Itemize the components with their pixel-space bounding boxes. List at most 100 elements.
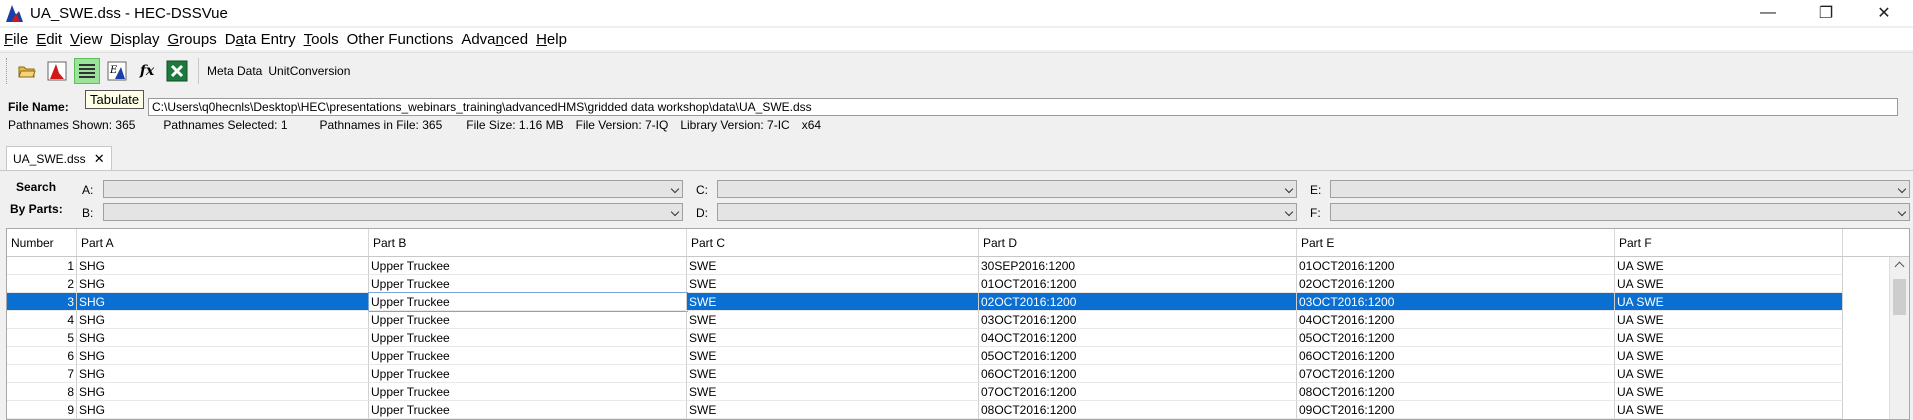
plot-icon[interactable] (44, 58, 70, 84)
menu-item[interactable]: Tools (300, 31, 343, 48)
table-row[interactable]: 8 SHG Upper Truckee SWE 07OCT2016:1200 08OCT2… (7, 383, 1909, 401)
table-row[interactable]: 7 SHG Upper Truckee SWE 06OCT2016:1200 07OCT2… (7, 365, 1909, 383)
table-cell[interactable]: Upper Truckee (369, 347, 687, 365)
table-cell[interactable]: 6 (7, 347, 77, 365)
part-f-combo[interactable] (1330, 203, 1910, 221)
menu-item[interactable]: Advanced (457, 31, 532, 48)
column-header[interactable]: Part D (979, 229, 1297, 256)
table-cell[interactable]: Upper Truckee (369, 275, 687, 293)
table-cell[interactable]: Upper Truckee (369, 311, 687, 329)
table-cell[interactable]: UA SWE (1615, 383, 1843, 401)
table-cell[interactable]: SWE (687, 257, 979, 275)
table-cell[interactable]: 4 (7, 311, 77, 329)
table-cell[interactable]: 06OCT2016:1200 (1297, 347, 1615, 365)
table-cell[interactable]: 08OCT2016:1200 (1297, 383, 1615, 401)
math-functions-icon[interactable]: E (104, 58, 130, 84)
table-cell[interactable]: UA SWE (1615, 275, 1843, 293)
close-window-button[interactable]: ✕ (1855, 0, 1913, 26)
menu-item[interactable]: View (66, 31, 106, 48)
table-cell[interactable]: UA SWE (1615, 311, 1843, 329)
table-row[interactable]: 2 SHG Upper Truckee SWE 01OCT2016:1200 02OCT2… (7, 275, 1909, 293)
table-cell[interactable]: SWE (687, 311, 979, 329)
table-cell[interactable]: Upper Truckee (369, 365, 687, 383)
part-b-combo[interactable] (103, 203, 683, 221)
column-header[interactable]: Part B (369, 229, 687, 256)
table-cell[interactable]: UA SWE (1615, 257, 1843, 275)
toolbar-grip[interactable] (6, 57, 10, 84)
fx-formula-icon[interactable]: fx (134, 58, 160, 84)
table-row[interactable]: 4 SHG Upper Truckee SWE 03OCT2016:1200 04OCT2… (7, 311, 1909, 329)
table-cell[interactable]: 09OCT2016:1200 (1297, 401, 1615, 419)
scroll-thumb[interactable] (1893, 279, 1906, 315)
table-cell[interactable]: 03OCT2016:1200 (979, 311, 1297, 329)
part-a-combo[interactable] (103, 180, 683, 198)
table-cell[interactable]: UA SWE (1615, 293, 1843, 311)
tab-close-icon[interactable]: ✕ (94, 151, 105, 167)
table-cell[interactable]: UA SWE (1615, 401, 1843, 419)
table-cell[interactable]: 02OCT2016:1200 (979, 293, 1297, 311)
table-cell[interactable]: Upper Truckee (369, 329, 687, 347)
table-cell[interactable]: 04OCT2016:1200 (979, 329, 1297, 347)
table-cell[interactable]: 9 (7, 401, 77, 419)
table-cell[interactable]: SHG (77, 383, 369, 401)
table-row[interactable]: 5 SHG Upper Truckee SWE 04OCT2016:1200 05OCT2… (7, 329, 1909, 347)
column-header[interactable]: Part F (1615, 229, 1843, 256)
column-header[interactable]: Number (7, 229, 77, 256)
excel-export-icon[interactable] (164, 58, 190, 84)
table-cell[interactable]: SWE (687, 365, 979, 383)
menu-item[interactable]: Data Entry (221, 31, 300, 48)
vertical-scrollbar[interactable] (1889, 257, 1909, 419)
column-header[interactable]: Part E (1297, 229, 1615, 256)
table-cell[interactable]: SWE (687, 401, 979, 419)
menu-item[interactable]: Other Functions (343, 31, 458, 48)
scroll-up-icon[interactable] (1894, 261, 1905, 272)
maximize-button[interactable]: ❐ (1797, 0, 1855, 26)
table-cell[interactable]: 2 (7, 275, 77, 293)
table-cell[interactable]: 3 (7, 293, 77, 311)
table-cell[interactable]: Upper Truckee (369, 383, 687, 401)
file-name-field[interactable]: C:\Users\q0hecnls\Desktop\HEC\presentati… (148, 98, 1898, 116)
table-cell[interactable]: 06OCT2016:1200 (979, 365, 1297, 383)
part-e-combo[interactable] (1330, 180, 1910, 198)
table-cell[interactable]: 04OCT2016:1200 (1297, 311, 1615, 329)
unit-conversion-button[interactable]: UnitConversion (268, 64, 350, 78)
metadata-button[interactable]: Meta Data (207, 64, 262, 78)
table-cell[interactable]: SHG (77, 275, 369, 293)
table-cell[interactable]: SHG (77, 365, 369, 383)
table-cell[interactable]: 1 (7, 257, 77, 275)
table-cell[interactable]: 08OCT2016:1200 (979, 401, 1297, 419)
table-cell[interactable]: 5 (7, 329, 77, 347)
menu-item[interactable]: File (0, 31, 32, 48)
table-cell[interactable]: Upper Truckee (368, 292, 688, 312)
table-cell[interactable]: 01OCT2016:1200 (979, 275, 1297, 293)
menu-item[interactable]: Help (532, 31, 571, 48)
table-cell[interactable]: UA SWE (1615, 365, 1843, 383)
table-cell[interactable]: 8 (7, 383, 77, 401)
open-file-icon[interactable] (14, 58, 40, 84)
table-cell[interactable]: 05OCT2016:1200 (979, 347, 1297, 365)
table-cell[interactable]: SHG (77, 401, 369, 419)
table-cell[interactable]: SHG (77, 347, 369, 365)
table-cell[interactable]: SHG (77, 293, 369, 311)
table-cell[interactable]: 03OCT2016:1200 (1297, 293, 1615, 311)
minimize-button[interactable]: — (1739, 0, 1797, 26)
table-cell[interactable]: 01OCT2016:1200 (1297, 257, 1615, 275)
table-cell[interactable]: 07OCT2016:1200 (979, 383, 1297, 401)
table-cell[interactable]: 7 (7, 365, 77, 383)
tab-ua-swe[interactable]: UA_SWE.dss ✕ (6, 146, 112, 170)
menu-item[interactable]: Edit (32, 31, 66, 48)
table-cell[interactable]: SHG (77, 257, 369, 275)
table-cell[interactable]: SWE (687, 329, 979, 347)
table-row[interactable]: 9 SHG Upper Truckee SWE 08OCT2016:1200 09OCT2… (7, 401, 1909, 419)
table-cell[interactable]: SWE (687, 293, 979, 311)
column-header[interactable]: Part C (687, 229, 979, 256)
table-cell[interactable]: Upper Truckee (369, 257, 687, 275)
table-cell[interactable]: Upper Truckee (369, 401, 687, 419)
table-cell[interactable]: UA SWE (1615, 329, 1843, 347)
table-row[interactable]: 6 SHG Upper Truckee SWE 05OCT2016:1200 06OCT2… (7, 347, 1909, 365)
menu-item[interactable]: Display (106, 31, 163, 48)
part-c-combo[interactable] (717, 180, 1297, 198)
table-cell[interactable]: SWE (687, 383, 979, 401)
column-header[interactable]: Part A (77, 229, 369, 256)
table-cell[interactable]: 05OCT2016:1200 (1297, 329, 1615, 347)
